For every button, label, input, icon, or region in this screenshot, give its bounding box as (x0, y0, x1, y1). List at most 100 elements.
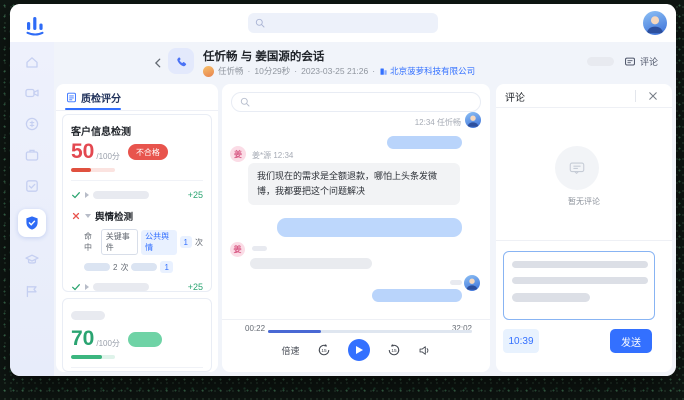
comment-icon (624, 56, 636, 68)
score-value: 50 (71, 141, 94, 163)
home-icon[interactable] (24, 54, 40, 70)
divider (635, 90, 636, 102)
tab-inspection-score[interactable]: 质检评分 (56, 84, 218, 111)
agent-name: 任忻畅 (218, 65, 244, 77)
comments-title: 评论 (505, 89, 525, 104)
tag-count: 1 (160, 261, 172, 273)
chevron-right-icon (85, 284, 89, 290)
unit-label: 次 (195, 237, 203, 248)
comments-header: 评论 (496, 84, 672, 108)
task-check-icon[interactable] (24, 178, 40, 194)
skeleton-name (450, 280, 462, 285)
seek-progress (268, 330, 321, 333)
customer-chat-avatar: 姜 (230, 146, 246, 162)
volume-icon[interactable] (418, 344, 431, 357)
agent-message-bubble (372, 289, 462, 302)
message-meta-left: 姜*源 12:34 (252, 150, 293, 161)
customer-chat-avatar: 姜 (230, 242, 245, 257)
play-icon (356, 346, 363, 354)
cross-icon (71, 211, 81, 221)
back-icon[interactable] (152, 57, 164, 69)
hit-label: 命中 (84, 231, 98, 253)
graduation-cap-icon[interactable] (24, 252, 40, 268)
conversation-meta: 任忻畅 · 10分29秒 · 2023-03-25 21:26 · 北京菠萝科技… (203, 65, 475, 77)
check-icon (71, 282, 81, 292)
bonus-points: +25 (188, 282, 203, 292)
app-logo-icon[interactable] (23, 12, 47, 36)
transcript-search[interactable] (231, 92, 481, 112)
svg-text:15: 15 (391, 348, 397, 354)
comments-panel: 评论 暂无评论 10:39 发送 (496, 84, 672, 372)
forward-15-icon[interactable]: 15 (387, 343, 401, 357)
comment-button[interactable]: 评论 (624, 55, 658, 68)
top-bar (10, 4, 676, 42)
skeleton-tag (131, 263, 157, 271)
customer-message-bubble (250, 258, 372, 269)
search-icon (255, 18, 265, 28)
score-unit: /100分 (96, 151, 120, 162)
transcript-search-input[interactable] (255, 97, 472, 107)
seek-bar[interactable] (268, 330, 472, 333)
global-search[interactable] (248, 13, 438, 33)
comment-input[interactable] (503, 251, 655, 320)
divider (71, 367, 203, 368)
draft-timestamp: 10:39 (503, 329, 539, 353)
separator-dot: · (248, 66, 251, 76)
customer-message-bubble: 我们现在的需求是全额退款，哪怕上头条发微博，我都要把这个问题解决 (248, 163, 460, 205)
call-duration: 10分29秒 (254, 65, 290, 77)
rule-title: 舆情检测 (95, 209, 133, 223)
building-icon (379, 67, 388, 76)
call-type-icon (168, 48, 194, 74)
rule-row-sentiment[interactable]: 舆情检测 (71, 209, 203, 223)
agent-avatar (203, 66, 214, 77)
call-datetime: 2023-03-25 21:26 (301, 66, 368, 76)
svg-text:15: 15 (321, 348, 327, 354)
card-title: 客户信息检测 (71, 123, 203, 138)
empty-state-icon (555, 146, 599, 190)
agent-chat-avatar (464, 275, 480, 291)
play-button[interactable] (348, 339, 370, 361)
skeleton-rule-name (93, 191, 149, 199)
user-avatar[interactable] (643, 11, 667, 35)
sentiment-detail-line: 2 次 1 (84, 261, 203, 273)
tag-public-opinion: 公共舆情 (141, 230, 176, 255)
message-meta-right: 12:34 任忻畅 (415, 117, 461, 128)
separator-dot: · (372, 66, 375, 76)
score-progress-bar (71, 168, 115, 172)
tag-count: 1 (180, 236, 192, 248)
speed-button[interactable]: 倍速 (281, 344, 299, 357)
rule-row-passed[interactable]: +25 (71, 190, 203, 200)
check-icon (71, 190, 81, 200)
score-doc-icon (66, 92, 77, 103)
active-tab-underline (65, 108, 121, 110)
agent-message-bubble (387, 136, 462, 149)
close-icon[interactable] (647, 90, 659, 102)
flag-icon[interactable] (24, 283, 40, 299)
count-value: 2 (113, 263, 117, 272)
video-icon[interactable] (24, 85, 40, 101)
skeleton-draft-line (512, 293, 590, 302)
company-link[interactable]: 北京菠萝科技有限公司 (379, 65, 475, 77)
global-search-input[interactable] (270, 18, 431, 28)
rewind-15-icon[interactable]: 15 (317, 343, 331, 357)
sentiment-hit-line: 命中 关键事件 公共舆情 1 次 (84, 229, 203, 255)
agent-chat-avatar (465, 112, 481, 128)
briefcase-icon[interactable] (24, 147, 40, 163)
send-button[interactable]: 发送 (610, 329, 652, 353)
skeleton-name (252, 246, 267, 251)
skeleton-pill (587, 57, 614, 66)
score-value: 70 (71, 328, 94, 350)
score-card-second: 70 /100分 +25 (62, 298, 212, 372)
transcript-panel: 12:34 任忻畅 姜 姜*源 12:34 我们现在的需求是全额退款，哪怕上头条… (222, 84, 490, 372)
unit-label: 次 (120, 262, 128, 273)
search-icon (240, 97, 250, 107)
rule-row-passed[interactable]: +25 (71, 282, 203, 292)
skeleton-tag (84, 263, 110, 271)
player-controls: 倍速 15 15 (222, 338, 490, 362)
coin-icon[interactable] (24, 116, 40, 132)
tag-key-event: 关键事件 (101, 229, 138, 255)
status-badge-fail: 不合格 (128, 144, 168, 160)
header-actions: 评论 (587, 55, 658, 68)
chevron-down-icon (85, 214, 91, 218)
shield-check-icon[interactable] (18, 209, 46, 237)
